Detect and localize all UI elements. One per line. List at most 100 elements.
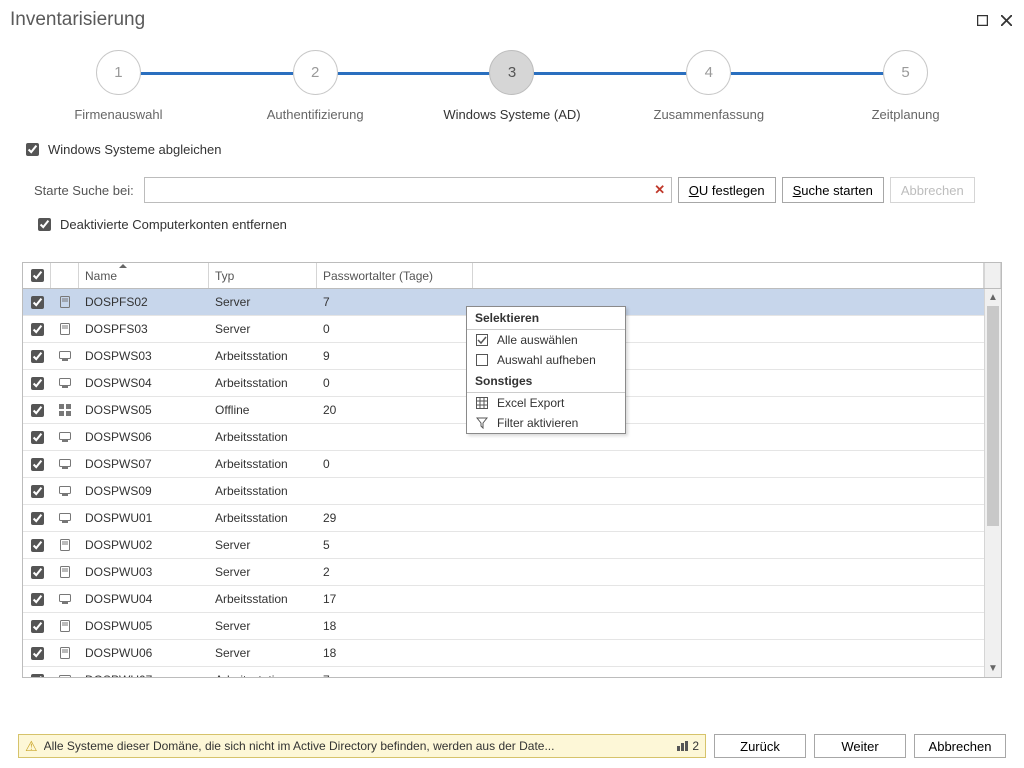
sync-checkbox[interactable]: Windows Systeme abgleichen <box>22 140 221 159</box>
cancel-button[interactable]: Abbrechen <box>914 734 1006 758</box>
row-type-icon <box>51 289 79 315</box>
remove-disabled-label: Deaktivierte Computerkonten entfernen <box>60 217 287 232</box>
table-row[interactable]: DOSPWU02Server5 <box>23 532 1001 559</box>
row-name: DOSPWS06 <box>79 424 209 450</box>
scroll-up-icon[interactable]: ▲ <box>985 289 1001 306</box>
ou-button[interactable]: OU festlegen <box>678 177 776 203</box>
row-type-icon <box>51 640 79 666</box>
header-password-age[interactable]: Passwortalter (Tage) <box>317 263 473 288</box>
row-checkbox[interactable] <box>23 316 51 342</box>
row-type-icon <box>51 397 79 423</box>
row-password-age: 29 <box>317 505 473 531</box>
vertical-scrollbar[interactable]: ▲ ▼ <box>984 289 1001 677</box>
row-type: Server <box>209 640 317 666</box>
context-select-all[interactable]: Alle auswählen <box>467 330 625 350</box>
row-checkbox[interactable] <box>23 451 51 477</box>
row-password-age: 7 <box>317 289 473 315</box>
context-menu: Selektieren Alle auswählen Auswahl aufhe… <box>466 306 626 434</box>
row-type: Arbeitsstation <box>209 505 317 531</box>
step-3[interactable]: 3 Windows Systeme (AD) <box>414 50 611 122</box>
table-row[interactable]: DOSPWU04Arbeitsstation17 <box>23 586 1001 613</box>
clear-search-icon[interactable]: ✕ <box>649 179 671 201</box>
search-label: Starte Suche bei: <box>34 183 134 198</box>
row-password-age: 17 <box>317 586 473 612</box>
row-checkbox[interactable] <box>23 586 51 612</box>
table-row[interactable]: DOSPWU06Server18 <box>23 640 1001 667</box>
header-icon-col <box>51 263 79 288</box>
row-type: Server <box>209 532 317 558</box>
table-row[interactable]: DOSPWU01Arbeitsstation29 <box>23 505 1001 532</box>
row-checkbox[interactable] <box>23 370 51 396</box>
footer: ⚠ Alle Systeme dieser Domäne, die sich n… <box>0 724 1024 768</box>
row-name: DOSPWS05 <box>79 397 209 423</box>
row-checkbox[interactable] <box>23 478 51 504</box>
row-password-age: 0 <box>317 370 473 396</box>
remove-disabled-checkbox[interactable]: Deaktivierte Computerkonten entfernen <box>34 215 287 234</box>
table-row[interactable]: DOSPWU07Arbeitsstation7 <box>23 667 1001 677</box>
row-checkbox[interactable] <box>23 667 51 677</box>
header-name[interactable]: Name <box>79 263 209 288</box>
table-header: Name Typ Passwortalter (Tage) <box>23 263 1001 289</box>
context-deselect-all[interactable]: Auswahl aufheben <box>467 350 625 370</box>
row-checkbox[interactable] <box>23 424 51 450</box>
table-row[interactable]: DOSPWU05Server18 <box>23 613 1001 640</box>
row-name: DOSPWS04 <box>79 370 209 396</box>
row-password-age: 0 <box>317 451 473 477</box>
row-checkbox[interactable] <box>23 505 51 531</box>
row-name: DOSPWU07 <box>79 667 209 677</box>
scroll-down-icon[interactable]: ▼ <box>985 660 1001 677</box>
maximize-icon[interactable] <box>974 12 990 28</box>
row-checkbox[interactable] <box>23 397 51 423</box>
context-excel-export[interactable]: Excel Export <box>467 393 625 413</box>
row-name: DOSPFS02 <box>79 289 209 315</box>
sync-checkbox-input[interactable] <box>26 143 39 156</box>
cancel-search-button: Abbrechen <box>890 177 975 203</box>
bar-chart-icon <box>677 741 689 751</box>
row-name: DOSPWS03 <box>79 343 209 369</box>
row-type-icon <box>51 478 79 504</box>
search-input[interactable] <box>145 178 649 202</box>
step-1[interactable]: 1 Firmenauswahl <box>20 50 217 122</box>
excel-icon <box>475 396 489 410</box>
table-row[interactable]: DOSPWS09Arbeitsstation <box>23 478 1001 505</box>
close-icon[interactable] <box>998 12 1014 28</box>
row-type-icon <box>51 559 79 585</box>
row-type: Arbeitsstation <box>209 667 317 677</box>
row-type: Server <box>209 559 317 585</box>
row-password-age <box>317 424 473 450</box>
remove-disabled-input[interactable] <box>38 218 51 231</box>
context-header-select: Selektieren <box>467 307 625 330</box>
row-name: DOSPWU05 <box>79 613 209 639</box>
row-type: Arbeitsstation <box>209 586 317 612</box>
context-activate-filter[interactable]: Filter aktivieren <box>467 413 625 433</box>
table-row[interactable]: DOSPWU03Server2 <box>23 559 1001 586</box>
row-checkbox[interactable] <box>23 613 51 639</box>
back-button[interactable]: Zurück <box>714 734 806 758</box>
row-checkbox[interactable] <box>23 640 51 666</box>
context-header-other: Sonstiges <box>467 370 625 393</box>
row-checkbox[interactable] <box>23 559 51 585</box>
row-checkbox[interactable] <box>23 289 51 315</box>
header-rest <box>473 263 984 288</box>
step-5[interactable]: 5 Zeitplanung <box>807 50 1004 122</box>
row-type-icon <box>51 343 79 369</box>
header-checkbox[interactable] <box>23 263 51 288</box>
warning-bar[interactable]: ⚠ Alle Systeme dieser Domäne, die sich n… <box>18 734 706 758</box>
header-type[interactable]: Typ <box>209 263 317 288</box>
table-row[interactable]: DOSPWS07Arbeitsstation0 <box>23 451 1001 478</box>
step-2[interactable]: 2 Authentifizierung <box>217 50 414 122</box>
scrollbar-thumb[interactable] <box>987 306 999 526</box>
warning-icon: ⚠ <box>25 738 38 755</box>
next-button[interactable]: Weiter <box>814 734 906 758</box>
row-checkbox[interactable] <box>23 532 51 558</box>
row-type: Server <box>209 613 317 639</box>
row-type: Arbeitsstation <box>209 424 317 450</box>
warning-count: 2 <box>677 739 699 753</box>
row-checkbox[interactable] <box>23 343 51 369</box>
row-type-icon <box>51 532 79 558</box>
step-4[interactable]: 4 Zusammenfassung <box>610 50 807 122</box>
row-password-age: 18 <box>317 640 473 666</box>
title: Inventarisierung <box>10 9 966 31</box>
start-search-button[interactable]: Suche starten <box>782 177 884 203</box>
row-password-age: 7 <box>317 667 473 677</box>
